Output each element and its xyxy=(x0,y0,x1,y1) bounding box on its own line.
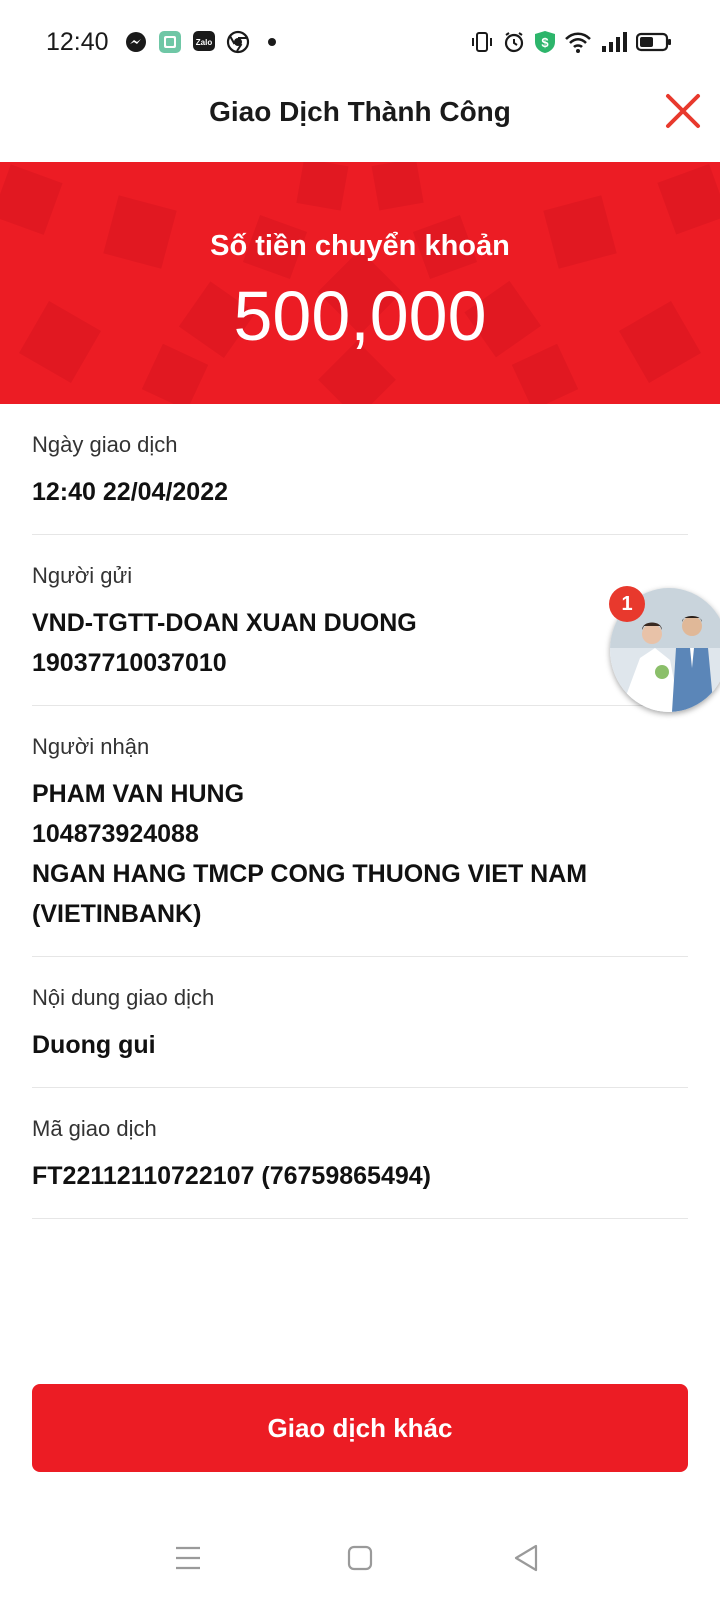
battery-icon xyxy=(636,30,672,54)
status-time: 12:40 xyxy=(46,28,109,56)
date-label: Ngày giao dịch xyxy=(32,432,178,457)
code-value: FT22112110722107 (76759865494) xyxy=(32,1162,431,1190)
chat-head-badge: 1 xyxy=(609,586,645,622)
receiver-bank: NGAN HANG TMCP CONG THUONG VIET NAM xyxy=(32,860,588,888)
amount-banner: Số tiền chuyển khoản 500,000 xyxy=(0,162,720,404)
menu-icon xyxy=(176,1546,200,1570)
wifi-icon xyxy=(564,30,592,54)
back-icon xyxy=(514,1544,538,1572)
content-label: Nội dung giao dịch xyxy=(32,985,215,1010)
date-value: 12:40 22/04/2022 xyxy=(32,478,229,506)
detail-row-sender: Người gửi VND-TGTT-DOAN XUAN DUONG 19037… xyxy=(32,535,688,706)
amount-label: Số tiền chuyển khoản xyxy=(210,230,510,262)
app-icon xyxy=(158,30,182,54)
vibrate-icon xyxy=(470,30,494,54)
header: Giao Dịch Thành Công xyxy=(0,88,720,162)
receiver-account: 104873924088 xyxy=(32,820,199,848)
zalo-icon: Zalo xyxy=(192,30,216,54)
detail-row-receiver: Người nhận PHAM VAN HUNG 104873924088 NG… xyxy=(32,706,688,957)
receiver-label: Người nhận xyxy=(32,734,150,759)
sender-name: VND-TGTT-DOAN XUAN DUONG xyxy=(32,609,417,637)
transaction-details: Ngày giao dịch 12:40 22/04/2022 Người gử… xyxy=(32,404,688,1219)
detail-row-content: Nội dung giao dịch Duong gui xyxy=(32,957,688,1088)
detail-row-code: Mã giao dịch FT22112110722107 (767598654… xyxy=(32,1088,688,1219)
sender-label: Người gửi xyxy=(32,563,133,588)
chrome-icon xyxy=(226,30,250,54)
amount-value: 500,000 xyxy=(233,277,487,355)
alarm-icon xyxy=(502,30,526,54)
nav-menu-button[interactable] xyxy=(168,1538,208,1578)
sender-value: VND-TGTT-DOAN XUAN DUONG 19037710037010 xyxy=(32,603,688,683)
signal-icon xyxy=(600,30,628,54)
system-nav-bar xyxy=(0,1520,720,1600)
new-transaction-button[interactable]: Giao dịch khác xyxy=(32,1384,688,1472)
status-bar: 12:40 Zalo $ xyxy=(0,0,720,88)
receiver-value: PHAM VAN HUNG 104873924088 NGAN HANG TMC… xyxy=(32,774,688,934)
sender-account: 19037710037010 xyxy=(32,649,227,677)
svg-text:$: $ xyxy=(541,35,549,50)
nav-home-button[interactable] xyxy=(340,1538,380,1578)
receiver-name: PHAM VAN HUNG xyxy=(32,780,245,808)
zalo-icon-text: Zalo xyxy=(196,38,213,47)
close-button[interactable] xyxy=(664,92,702,130)
receiver-bank-short: (VIETINBANK) xyxy=(32,900,202,928)
shield-icon: $ xyxy=(534,30,556,54)
chat-head[interactable]: 1 xyxy=(609,586,720,712)
messenger-icon xyxy=(124,30,148,54)
nav-back-button[interactable] xyxy=(506,1538,546,1578)
dot-icon xyxy=(260,30,284,54)
close-icon xyxy=(666,94,700,128)
notification-icons: Zalo xyxy=(124,30,284,54)
detail-row-date: Ngày giao dịch 12:40 22/04/2022 xyxy=(32,404,688,535)
content-value: Duong gui xyxy=(32,1031,156,1059)
system-icons: $ xyxy=(470,30,672,54)
code-label: Mã giao dịch xyxy=(32,1116,157,1141)
home-icon xyxy=(347,1545,373,1571)
page-title: Giao Dịch Thành Công xyxy=(209,96,511,127)
